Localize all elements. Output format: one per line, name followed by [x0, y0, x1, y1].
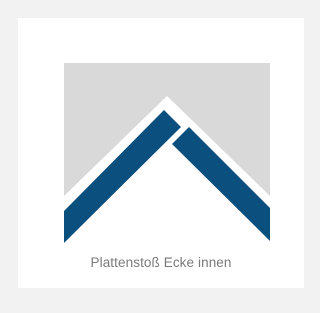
- card-caption: Plattenstoß Ecke innen: [90, 255, 232, 270]
- inner-corner-plate-joint-icon: [64, 63, 270, 243]
- tile-card[interactable]: Plattenstoß Ecke innen: [18, 18, 304, 288]
